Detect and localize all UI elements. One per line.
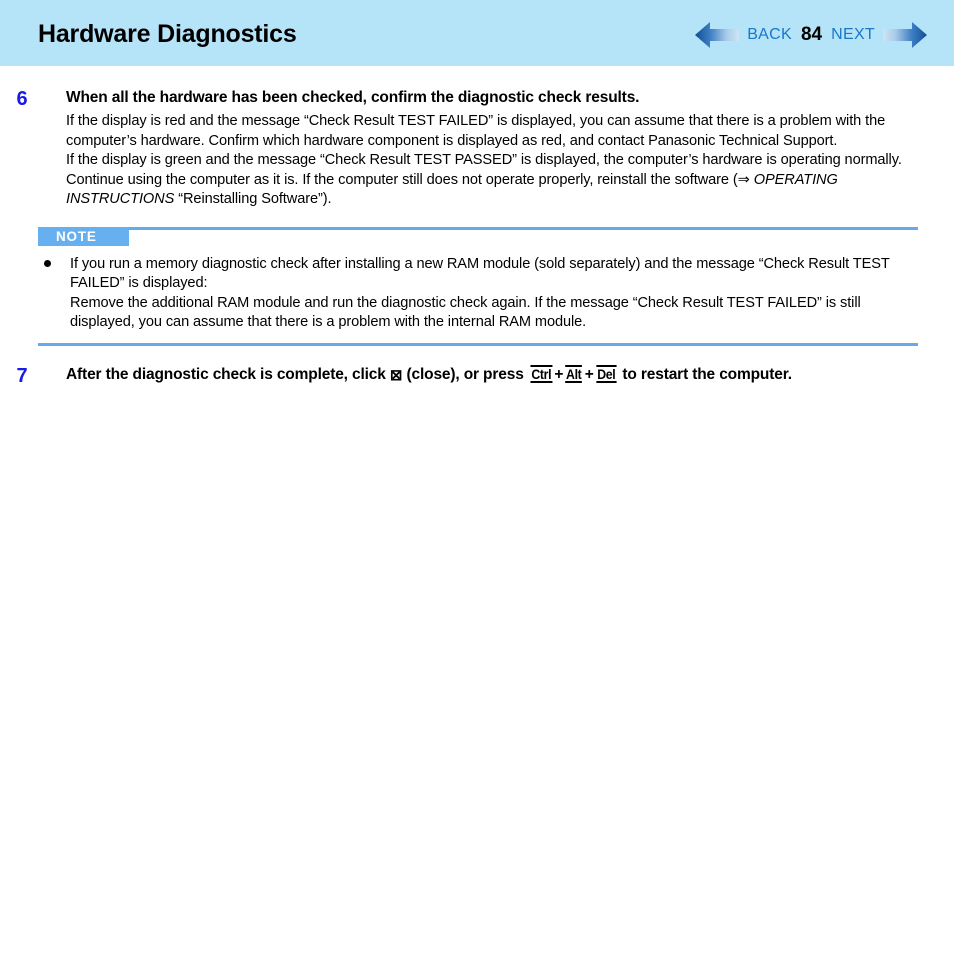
step-6: 6 When all the hardware has been checked… — [0, 88, 954, 210]
step-7-text-before-close: After the diagnostic check is complete, … — [66, 365, 390, 383]
note-block: NOTE If you run a memory diagnostic chec… — [0, 226, 954, 346]
page-number: 84 — [800, 24, 823, 45]
page-title: Hardware Diagnostics — [38, 20, 297, 48]
step-7-body: After the diagnostic check is complete, … — [66, 364, 918, 385]
back-button-label[interactable]: BACK — [747, 26, 792, 44]
note-body: If you run a memory diagnostic check aft… — [38, 255, 918, 333]
step-6-body: When all the hardware has been checked, … — [66, 88, 918, 210]
next-button-label[interactable]: NEXT — [831, 26, 875, 44]
step-6-number: 6 — [16, 88, 28, 110]
key-del: Del — [595, 364, 616, 383]
key-plus-1: + — [554, 365, 564, 383]
key-ctrl: Ctrl — [530, 364, 552, 383]
page-navigation: BACK 84 NEXT — [694, 21, 928, 49]
note-item-line-1: If you run a memory diagnostic check aft… — [70, 255, 890, 292]
note-rule-top — [38, 226, 918, 230]
arrow-left-icon[interactable] — [694, 21, 740, 49]
reference-section-title: “Reinstalling Software”). — [178, 191, 332, 207]
note-label: NOTE — [38, 226, 129, 246]
arrow-right-icon[interactable] — [882, 21, 928, 49]
step-6-title: When all the hardware has been checked, … — [66, 89, 640, 106]
key-alt: Alt — [565, 364, 583, 383]
reference-arrow-icon: ⇒ — [737, 171, 750, 188]
step-7-text-tail: to restart the computer. — [618, 365, 792, 383]
page-content: 6 When all the hardware has been checked… — [0, 88, 954, 387]
note-item-line-2: Remove the additional RAM module and run… — [70, 294, 861, 331]
close-icon[interactable]: ⊠ — [390, 368, 403, 383]
step-7: 7 After the diagnostic check is complete… — [0, 364, 954, 387]
key-plus-2: + — [584, 365, 594, 383]
page-header: Hardware Diagnostics BACK 84 NEXT — [0, 0, 954, 66]
step-6-paragraph-1: If the display is red and the message “C… — [66, 113, 886, 149]
bullet-icon — [44, 259, 51, 267]
step-7-title: After the diagnostic check is complete, … — [66, 364, 918, 385]
note-rule-bottom — [38, 342, 918, 346]
note-list-item: If you run a memory diagnostic check aft… — [38, 255, 918, 333]
step-7-number: 7 — [16, 364, 28, 387]
step-6-paragraph-2: If the display is green and the message … — [66, 151, 918, 210]
step-7-text-after-close: (close), or press — [406, 365, 528, 383]
